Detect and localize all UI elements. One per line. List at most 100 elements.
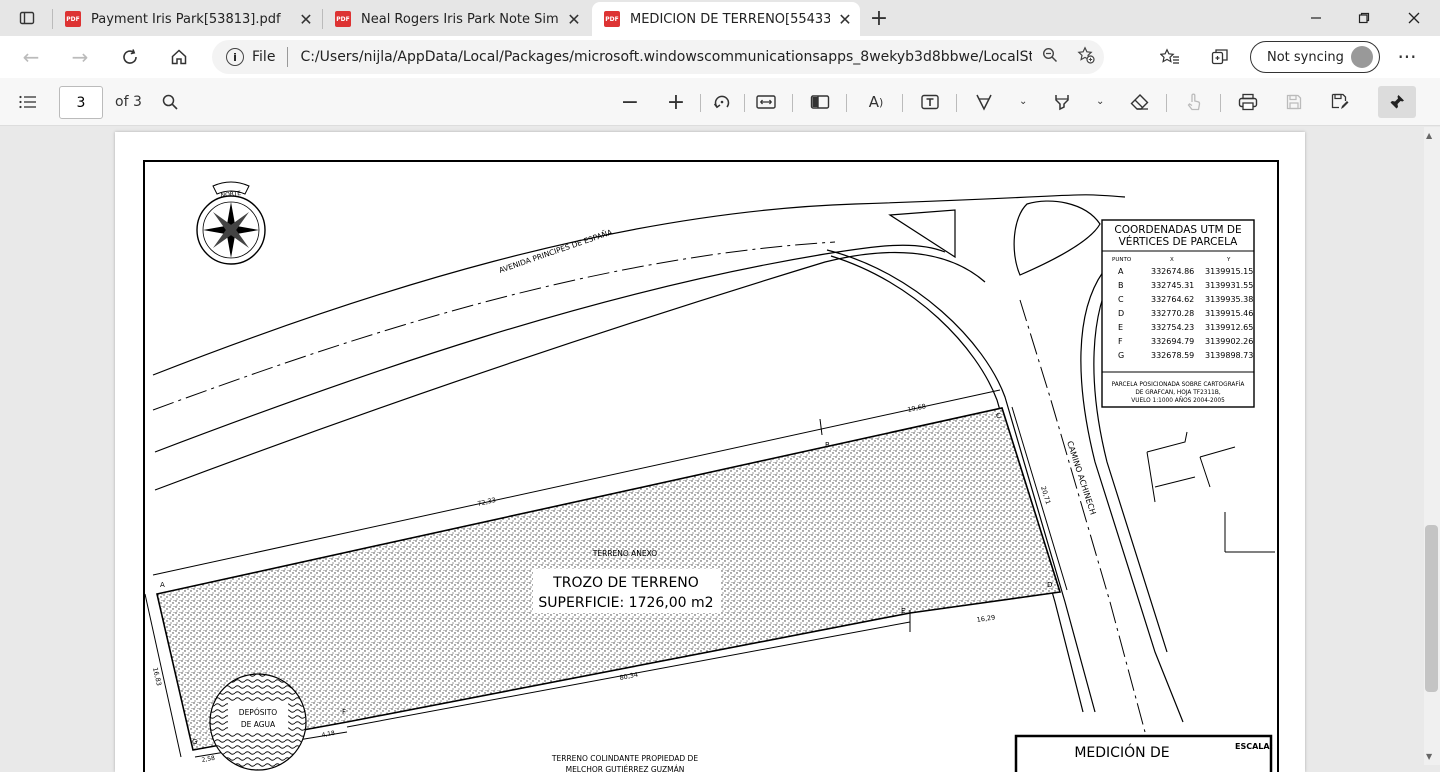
coords-point: C — [1118, 295, 1124, 304]
coords-value: 332754.23 — [1151, 323, 1194, 332]
coords-value: 3139915.46 — [1205, 309, 1253, 318]
tab-neal-rogers-note[interactable]: PDF Neal Rogers Iris Park Note Simpl ✕ — [323, 2, 589, 36]
toolbar-separator — [1220, 94, 1221, 112]
pdf-viewer: AVENIDA PRINCIPES DE ESPAÑA CAMINO ACHIN… — [0, 127, 1440, 772]
dimension-label: 80,34 — [619, 671, 639, 682]
coords-value: 3139898.73 — [1205, 351, 1253, 360]
coords-value: 3139935.38 — [1205, 295, 1253, 304]
read-aloud-icon[interactable]: A) — [860, 86, 892, 118]
pdf-icon: PDF — [65, 11, 81, 27]
coords-point: G — [1118, 351, 1124, 360]
deposito-label: DE AGUA — [241, 720, 276, 729]
pdf-icon: PDF — [604, 11, 620, 27]
tab-title: Payment Iris Park[53813].pdf — [91, 11, 281, 27]
close-icon[interactable]: ✕ — [559, 10, 589, 29]
zoom-in-button[interactable]: + — [660, 86, 692, 118]
avatar — [1351, 46, 1373, 68]
save-as-icon[interactable] — [1324, 86, 1356, 118]
fit-width-icon[interactable] — [750, 86, 782, 118]
tab-actions-icon[interactable] — [10, 2, 44, 34]
contents-icon[interactable] — [12, 86, 44, 118]
highlight-icon[interactable] — [1046, 86, 1078, 118]
colindante-label: TERRENO COLINDANTE PROPIEDAD DE — [551, 754, 698, 763]
scroll-down-icon[interactable]: ▼ — [1426, 752, 1432, 761]
draw-icon[interactable] — [968, 86, 1000, 118]
dimension-label: 4,18 — [321, 730, 336, 739]
coords-point: A — [1118, 267, 1124, 276]
touch-write-icon — [1178, 86, 1210, 118]
search-icon[interactable] — [154, 86, 186, 118]
tab-bar: PDF Payment Iris Park[53813].pdf ✕ PDF N… — [0, 0, 1440, 36]
coords-table-title: VÉRTICES DE PARCELA — [1119, 235, 1239, 248]
restore-button[interactable] — [1340, 0, 1388, 36]
coords-point: B — [1118, 281, 1124, 290]
vertex-label: D — [1047, 581, 1052, 589]
tab-payment-iris-park[interactable]: PDF Payment Iris Park[53813].pdf ✕ — [53, 2, 321, 36]
page-total: of 3 — [115, 94, 142, 110]
coords-value: 332678.59 — [1151, 351, 1194, 360]
colindante-label: MELCHOR GUTIÉRREZ GUZMÁN — [566, 765, 685, 772]
minimize-button[interactable] — [1292, 0, 1340, 36]
info-icon[interactable]: i — [226, 48, 244, 66]
add-text-icon[interactable] — [914, 86, 946, 118]
scrollbar-thumb[interactable] — [1425, 525, 1438, 692]
coords-value: 3139912.65 — [1205, 323, 1253, 332]
url-text[interactable]: C:/Users/nijla/AppData/Local/Packages/mi… — [300, 49, 1032, 65]
more-menu-icon[interactable]: ··· — [1390, 41, 1424, 73]
back-button[interactable]: ← — [14, 41, 48, 73]
pdf-page: AVENIDA PRINCIPES DE ESPAÑA CAMINO ACHIN… — [115, 132, 1305, 772]
pdf-icon: PDF — [335, 11, 351, 27]
coords-point: F — [1118, 337, 1123, 346]
coords-value: 3139931.55 — [1205, 281, 1253, 290]
scroll-up-icon[interactable]: ▲ — [1426, 131, 1432, 140]
chevron-down-icon[interactable]: ⌄ — [1019, 96, 1027, 107]
rotate-icon[interactable] — [706, 86, 738, 118]
refresh-button[interactable] — [113, 41, 147, 73]
vertex-label: C — [996, 412, 1001, 420]
coords-value: 332764.62 — [1151, 295, 1194, 304]
forward-button[interactable]: → — [63, 41, 97, 73]
title-block-title: MEDICIÓN DE — [1074, 743, 1169, 761]
chevron-down-icon[interactable]: ⌄ — [1096, 96, 1104, 107]
pin-toolbar-icon[interactable] — [1378, 86, 1416, 118]
address-bar-row: ← → i File C:/Users/nijla/AppData/Local/… — [0, 36, 1440, 78]
vertex-label: E — [901, 607, 905, 615]
print-icon[interactable] — [1232, 86, 1264, 118]
vertex-label: F — [342, 708, 346, 716]
terreno-anexo-label: TERRENO ANEXO — [592, 549, 658, 558]
toolbar-separator — [792, 94, 793, 112]
dimension-label: 2,58 — [201, 755, 216, 764]
favorites-icon[interactable] — [1153, 41, 1187, 73]
parcel-title: TROZO DE TERRENO — [552, 575, 699, 591]
home-button[interactable] — [162, 41, 196, 73]
toolbar-separator — [902, 94, 903, 112]
close-window-button[interactable] — [1390, 0, 1438, 36]
north-label: NORTE — [220, 190, 241, 199]
tab-medicion-de-terreno[interactable]: PDF MEDICION DE TERRENO[55433]. ✕ — [592, 2, 860, 36]
save-icon — [1278, 86, 1310, 118]
page-view-icon[interactable] — [804, 86, 836, 118]
new-tab-button[interactable]: + — [862, 2, 896, 34]
toolbar-separator — [1166, 94, 1167, 112]
coords-header: PUNTO — [1112, 257, 1132, 263]
page-number-input[interactable]: 3 — [59, 86, 103, 119]
address-field[interactable]: i File C:/Users/nijla/AppData/Local/Pack… — [212, 40, 1104, 74]
profile-sync-button[interactable]: Not syncing — [1250, 41, 1380, 73]
deposito-label: DEPÓSITO — [239, 708, 277, 717]
zoom-icon[interactable] — [1032, 47, 1068, 67]
dimension-label: 19,68 — [907, 402, 927, 414]
add-favorite-icon[interactable] — [1068, 46, 1104, 68]
vertex-label: B — [825, 441, 830, 449]
street-label-avenida: AVENIDA PRINCIPES DE ESPAÑA — [498, 227, 614, 275]
eraser-icon[interactable] — [1124, 86, 1156, 118]
close-icon[interactable]: ✕ — [291, 10, 321, 29]
survey-drawing: AVENIDA PRINCIPES DE ESPAÑA CAMINO ACHIN… — [143, 160, 1279, 772]
collections-icon[interactable] — [1203, 41, 1237, 73]
pdf-toolbar: 3 of 3 − + A) ⌄ ⌄ — [0, 78, 1440, 126]
coords-header: X — [1170, 257, 1174, 263]
coords-value: 332674.86 — [1151, 267, 1194, 276]
coords-point: D — [1118, 309, 1124, 318]
close-icon[interactable]: ✕ — [830, 10, 860, 29]
coords-value: 332694.79 — [1151, 337, 1194, 346]
zoom-out-button[interactable]: − — [614, 86, 646, 118]
